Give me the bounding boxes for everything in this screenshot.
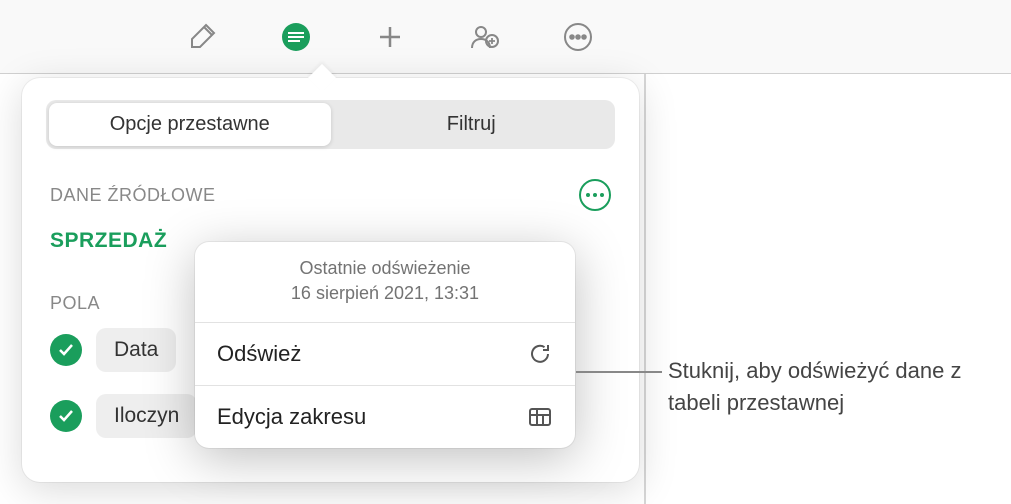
format-brush-icon[interactable] xyxy=(180,15,224,59)
segmented-control: Opcje przestawne Filtruj xyxy=(46,100,615,149)
source-more-button[interactable] xyxy=(579,179,611,211)
callout-leader-line xyxy=(576,371,662,373)
ellipsis-icon xyxy=(586,193,604,197)
field-pill[interactable]: Iloczyn xyxy=(96,394,197,438)
source-data-label: DANE ŹRÓDŁOWE xyxy=(50,185,216,206)
more-circle-icon[interactable] xyxy=(556,15,600,59)
edit-range-label: Edycja zakresu xyxy=(217,404,366,430)
insert-plus-icon[interactable] xyxy=(368,15,412,59)
panel-divider xyxy=(644,74,646,504)
collaborate-icon[interactable] xyxy=(462,15,506,59)
checkmark-icon xyxy=(50,400,82,432)
refresh-label: Odśwież xyxy=(217,341,301,367)
tab-pivot-options[interactable]: Opcje przestawne xyxy=(49,103,331,146)
edit-range-button[interactable]: Edycja zakresu xyxy=(195,385,575,448)
checkmark-icon xyxy=(50,334,82,366)
callout-text: Stuknij, aby odświeżyć dane z tabeli prz… xyxy=(668,355,988,419)
last-refresh-label: Ostatnie odświeżenie xyxy=(215,256,555,281)
refresh-icon xyxy=(527,341,553,367)
last-refresh-header: Ostatnie odświeżenie 16 sierpień 2021, 1… xyxy=(195,242,575,322)
pivot-icon[interactable] xyxy=(274,15,318,59)
field-pill[interactable]: Data xyxy=(96,328,176,372)
table-icon xyxy=(527,404,553,430)
last-refresh-timestamp: 16 sierpień 2021, 13:31 xyxy=(215,281,555,306)
main-toolbar xyxy=(0,0,1011,74)
refresh-submenu: Ostatnie odświeżenie 16 sierpień 2021, 1… xyxy=(195,242,575,448)
tab-filter[interactable]: Filtruj xyxy=(331,103,613,146)
refresh-button[interactable]: Odśwież xyxy=(195,322,575,385)
